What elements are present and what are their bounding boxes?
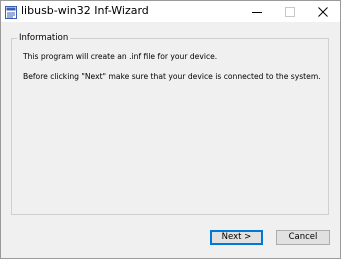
close-icon xyxy=(318,6,328,17)
cancel-button[interactable]: Cancel xyxy=(276,230,330,245)
wizard-window: libusb-win32 Inf-Wizard Information This… xyxy=(0,0,341,259)
maximize-button[interactable] xyxy=(274,1,306,22)
info-text-line: Before clicking "Next" make sure that yo… xyxy=(23,72,321,81)
window-title: libusb-win32 Inf-Wizard xyxy=(21,4,149,17)
close-button[interactable] xyxy=(307,1,339,22)
title-bar[interactable]: libusb-win32 Inf-Wizard xyxy=(1,1,340,22)
info-text-line: This program will create an .inf file fo… xyxy=(23,52,218,61)
next-button[interactable]: Next > xyxy=(210,230,263,245)
inf-document-icon xyxy=(5,4,17,19)
dialog-body: Information This program will create an … xyxy=(1,22,340,258)
information-group: Information This program will create an … xyxy=(11,32,329,215)
maximize-icon xyxy=(285,6,295,17)
minimize-button[interactable] xyxy=(241,1,273,22)
group-label: Information xyxy=(17,32,71,44)
minimize-icon xyxy=(252,7,262,17)
